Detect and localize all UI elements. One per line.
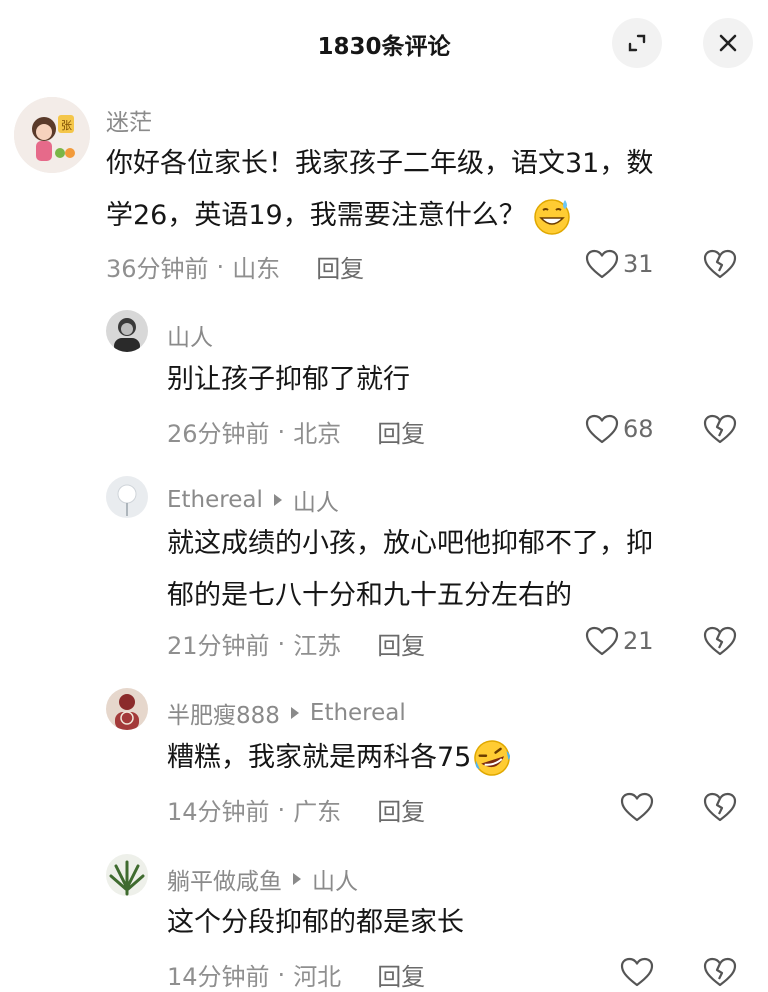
comment-meta: 14分钟前 · 河北 回复 bbox=[167, 957, 425, 992]
sweat-smile-emoji-icon bbox=[533, 199, 570, 235]
like-button[interactable] bbox=[620, 957, 658, 987]
comment-text: 这个分段抑郁的都是家长 bbox=[167, 897, 727, 949]
dislike-button[interactable] bbox=[703, 957, 737, 991]
dislike-button[interactable] bbox=[703, 626, 737, 660]
reply-button[interactable]: 回复 bbox=[377, 414, 425, 449]
reply-button[interactable]: 回复 bbox=[377, 626, 425, 661]
meta-separator: · bbox=[216, 252, 225, 281]
comment-meta: 14分钟前 · 广东 回复 bbox=[167, 792, 425, 827]
comment-text: 别让孩子抑郁了就行 bbox=[167, 354, 727, 406]
meta-separator: · bbox=[277, 629, 286, 658]
meta-separator: · bbox=[277, 417, 286, 446]
comment-text-line: 学26，英语19，我需要注意什么？ bbox=[106, 200, 526, 231]
broken-heart-icon bbox=[703, 414, 737, 444]
reply-to-username[interactable]: 山人 bbox=[293, 483, 339, 517]
broken-heart-icon bbox=[703, 249, 737, 279]
reply-arrow-icon bbox=[273, 494, 282, 506]
username-line: 躺平做咸鱼 山人 bbox=[167, 862, 358, 896]
like-count: 21 bbox=[623, 627, 654, 655]
comment-text-line: 就这成绩的小孩，放心吧他抑郁不了，抑 bbox=[167, 528, 653, 559]
username[interactable]: 山人 bbox=[167, 318, 213, 352]
heart-icon bbox=[585, 626, 619, 656]
close-icon bbox=[719, 34, 737, 52]
like-button[interactable]: 68 bbox=[585, 414, 654, 444]
comment-time: 14分钟前 bbox=[167, 963, 270, 991]
username[interactable]: 迷茫 bbox=[106, 103, 152, 137]
comments-header: 1830条评论 bbox=[0, 0, 768, 90]
meta-separator: · bbox=[277, 795, 286, 824]
avatar[interactable]: 张 bbox=[14, 97, 90, 173]
username-line: Ethereal 山人 bbox=[167, 483, 339, 517]
comment-text-line: 这个分段抑郁的都是家长 bbox=[167, 907, 464, 938]
avatar[interactable] bbox=[106, 476, 148, 518]
expand-icon bbox=[628, 34, 646, 52]
dislike-button[interactable] bbox=[703, 792, 737, 826]
meta-separator: · bbox=[277, 960, 286, 989]
comment-time: 26分钟前 bbox=[167, 420, 270, 448]
comment-time: 36分钟前 bbox=[106, 255, 209, 283]
comment-location: 山东 bbox=[232, 255, 281, 283]
comment-location: 北京 bbox=[293, 420, 342, 448]
svg-text:张: 张 bbox=[61, 119, 72, 132]
dislike-button[interactable] bbox=[703, 414, 737, 448]
comment-time: 21分钟前 bbox=[167, 632, 270, 660]
heart-icon bbox=[620, 792, 654, 822]
broken-heart-icon bbox=[703, 957, 737, 987]
expand-button[interactable] bbox=[612, 18, 662, 68]
comment-time: 14分钟前 bbox=[167, 798, 270, 826]
close-button[interactable] bbox=[703, 18, 753, 68]
comment-text: 就这成绩的小孩，放心吧他抑郁不了，抑 郁的是七八十分和九十五分左右的 bbox=[167, 518, 747, 622]
heart-icon bbox=[585, 249, 619, 279]
like-button[interactable]: 21 bbox=[585, 626, 654, 656]
comment-text-line: 别让孩子抑郁了就行 bbox=[167, 364, 410, 395]
reply-button[interactable]: 回复 bbox=[377, 957, 425, 992]
heart-icon bbox=[620, 957, 654, 987]
username[interactable]: Ethereal bbox=[167, 487, 263, 513]
rofl-emoji-icon bbox=[474, 740, 511, 776]
comment-text-line: 郁的是七八十分和九十五分左右的 bbox=[167, 580, 572, 611]
broken-heart-icon bbox=[703, 792, 737, 822]
comment-location: 河北 bbox=[293, 963, 342, 991]
reply-to-username[interactable]: Ethereal bbox=[310, 700, 406, 726]
like-count: 31 bbox=[623, 250, 654, 278]
dislike-button[interactable] bbox=[703, 249, 737, 283]
reply-arrow-icon bbox=[293, 873, 301, 885]
broken-heart-icon bbox=[703, 626, 737, 656]
username-line: 半肥瘦888 Ethereal bbox=[167, 696, 406, 730]
comment-text-line: 你好各位家长！我家孩子二年级，语文31，数 bbox=[106, 148, 654, 179]
comment-text-line: 糟糕，我家就是两科各75 bbox=[167, 742, 472, 773]
comment-text: 你好各位家长！我家孩子二年级，语文31，数 学26，英语19，我需要注意什么？ bbox=[106, 138, 746, 242]
avatar[interactable] bbox=[106, 310, 148, 352]
like-button[interactable] bbox=[620, 792, 658, 822]
heart-icon bbox=[585, 414, 619, 444]
comment-meta: 26分钟前 · 北京 回复 bbox=[167, 414, 425, 449]
username[interactable]: 躺平做咸鱼 bbox=[167, 862, 282, 896]
like-count: 68 bbox=[623, 415, 654, 443]
comment-meta: 36分钟前 · 山东 回复 bbox=[106, 249, 364, 284]
avatar[interactable] bbox=[106, 854, 148, 896]
reply-button[interactable]: 回复 bbox=[316, 249, 364, 284]
comment-meta: 21分钟前 · 江苏 回复 bbox=[167, 626, 425, 661]
avatar[interactable] bbox=[106, 688, 148, 730]
comment-location: 广东 bbox=[293, 798, 342, 826]
like-button[interactable]: 31 bbox=[585, 249, 654, 279]
comment-text: 糟糕，我家就是两科各75 bbox=[167, 732, 747, 784]
comment-location: 江苏 bbox=[293, 632, 342, 660]
reply-button[interactable]: 回复 bbox=[377, 792, 425, 827]
reply-arrow-icon bbox=[290, 707, 299, 719]
username[interactable]: 半肥瘦888 bbox=[167, 696, 280, 730]
reply-to-username[interactable]: 山人 bbox=[312, 862, 358, 896]
